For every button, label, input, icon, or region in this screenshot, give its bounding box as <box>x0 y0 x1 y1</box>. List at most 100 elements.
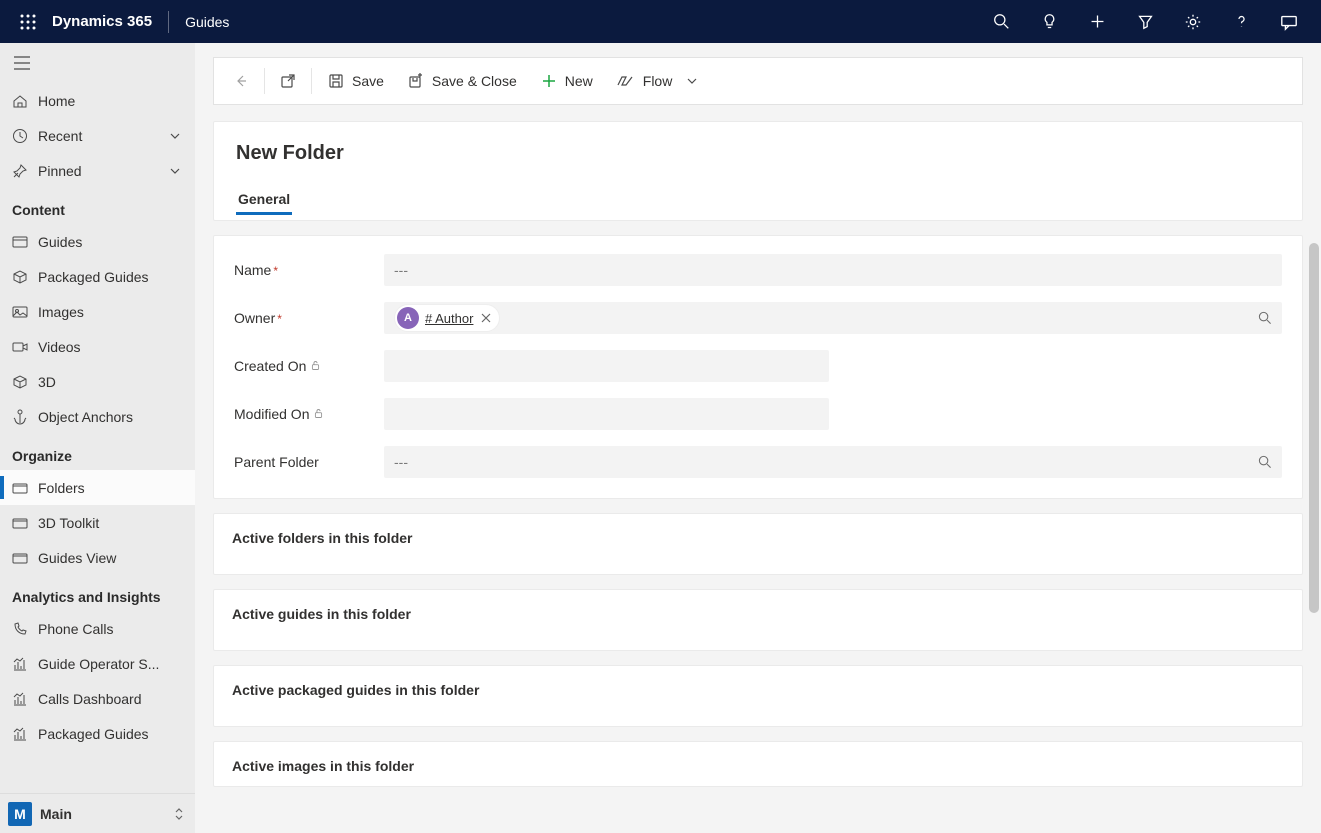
sidebar-item-guides[interactable]: Guides <box>0 224 195 259</box>
brand-label[interactable]: Dynamics 365 <box>48 13 164 30</box>
sidebar-item-guides-view[interactable]: Guides View <box>0 540 195 575</box>
save-close-button[interactable]: Save & Close <box>398 63 527 99</box>
arrow-left-icon <box>233 73 249 89</box>
filter-button[interactable] <box>1121 0 1169 43</box>
sidebar-item-label: Recent <box>38 128 169 144</box>
form-title: New Folder <box>236 142 1280 165</box>
sidebar-item-label: Images <box>38 304 195 320</box>
sidebar-item-label: Guides View <box>38 550 195 566</box>
save-icon <box>328 73 344 89</box>
owner-field[interactable]: A # Author <box>384 302 1282 334</box>
flow-button[interactable]: Flow <box>607 63 709 99</box>
sub-section-title: Active images in this folder <box>232 758 1284 774</box>
new-button[interactable]: New <box>531 63 603 99</box>
chart-icon <box>12 656 38 672</box>
app-name-label[interactable]: Guides <box>173 14 241 30</box>
sidebar-item-phone-calls[interactable]: Phone Calls <box>0 611 195 646</box>
owner-chip[interactable]: A # Author <box>394 304 500 332</box>
lightbulb-button[interactable] <box>1025 0 1073 43</box>
sidebar-item-packaged-guides[interactable]: Packaged Guides <box>0 259 195 294</box>
sub-section-active-images: Active images in this folder <box>213 741 1303 787</box>
sidebar-item-3d-toolkit[interactable]: 3D Toolkit <box>0 505 195 540</box>
search-icon <box>993 13 1010 30</box>
plus-icon <box>1089 13 1106 30</box>
sidebar-item-label: Phone Calls <box>38 621 195 637</box>
parent-folder-field[interactable]: --- <box>384 446 1282 478</box>
created-on-field <box>384 350 829 382</box>
close-icon <box>481 313 491 323</box>
chat-button[interactable] <box>1265 0 1313 43</box>
sidebar-item-label: Packaged Guides <box>38 269 195 285</box>
app-launcher-button[interactable] <box>8 0 48 43</box>
save-close-icon <box>408 73 424 89</box>
sidebar-item-label: Videos <box>38 339 195 355</box>
tab-general[interactable]: General <box>236 183 292 215</box>
back-button[interactable] <box>224 63 258 99</box>
lock-icon <box>310 358 321 374</box>
lookup-search-button[interactable] <box>1258 455 1272 469</box>
sidebar-item-recent[interactable]: Recent <box>0 118 195 153</box>
home-icon <box>12 93 38 109</box>
sidebar-item-object-anchors[interactable]: Object Anchors <box>0 399 195 434</box>
name-field[interactable]: --- <box>384 254 1282 286</box>
popout-button[interactable] <box>271 63 305 99</box>
sidebar-item-videos[interactable]: Videos <box>0 329 195 364</box>
sidebar-item-images[interactable]: Images <box>0 294 195 329</box>
sidebar-item-calls-dashboard[interactable]: Calls Dashboard <box>0 681 195 716</box>
sidebar-item-3d[interactable]: 3D <box>0 364 195 399</box>
area-label: Main <box>40 806 173 822</box>
sub-section-active-guides: Active guides in this folder <box>213 589 1303 651</box>
sidebar-item-guide-operator[interactable]: Guide Operator S... <box>0 646 195 681</box>
sub-section-title: Active guides in this folder <box>232 606 1284 622</box>
search-icon <box>1258 455 1272 469</box>
chevron-down-icon <box>169 165 195 177</box>
flow-icon <box>617 73 635 89</box>
modified-on-field <box>384 398 829 430</box>
sidebar-item-label: Home <box>38 93 195 109</box>
owner-remove-button[interactable] <box>481 313 491 323</box>
add-button[interactable] <box>1073 0 1121 43</box>
form-body-card: Name* --- Owner* A # Author Crea <box>213 235 1303 499</box>
chevron-down-icon <box>686 75 698 87</box>
lock-icon <box>313 406 324 422</box>
sidebar-item-label: 3D <box>38 374 195 390</box>
sidebar: Home Recent Pinned Content Guides Packag… <box>0 43 195 833</box>
sidebar-item-home[interactable]: Home <box>0 83 195 118</box>
sidebar-item-label: Guides <box>38 234 195 250</box>
sidebar-footer[interactable]: M Main <box>0 793 195 833</box>
sidebar-item-label: Guide Operator S... <box>38 656 195 672</box>
sidebar-item-pinned[interactable]: Pinned <box>0 153 195 188</box>
folder-icon <box>12 550 38 566</box>
settings-button[interactable] <box>1169 0 1217 43</box>
lookup-search-button[interactable] <box>1258 311 1272 325</box>
help-button[interactable] <box>1217 0 1265 43</box>
sidebar-item-folders[interactable]: Folders <box>0 470 195 505</box>
command-separator <box>311 68 312 94</box>
owner-name-link[interactable]: # Author <box>425 311 473 326</box>
field-label-owner: Owner* <box>234 310 384 326</box>
top-navbar: Dynamics 365 Guides <box>0 0 1321 43</box>
lightbulb-icon <box>1041 13 1058 30</box>
new-label: New <box>565 73 593 89</box>
cube-icon <box>12 374 38 390</box>
sub-section-title: Active folders in this folder <box>232 530 1284 546</box>
content-area: Save Save & Close New Flow New Folder Ge… <box>195 43 1321 833</box>
sidebar-item-label: Folders <box>38 480 195 496</box>
clock-icon <box>12 128 38 144</box>
card-icon <box>12 234 38 250</box>
save-close-label: Save & Close <box>432 73 517 89</box>
save-label: Save <box>352 73 384 89</box>
filter-icon <box>1137 13 1154 30</box>
hamburger-icon <box>14 56 30 70</box>
chart-icon <box>12 726 38 742</box>
sidebar-item-label: Calls Dashboard <box>38 691 195 707</box>
save-button[interactable]: Save <box>318 63 394 99</box>
anchor-icon <box>12 409 38 425</box>
sidebar-item-packaged-guides2[interactable]: Packaged Guides <box>0 716 195 751</box>
plus-icon <box>541 73 557 89</box>
search-button[interactable] <box>977 0 1025 43</box>
phone-icon <box>12 621 38 637</box>
folder-icon <box>12 480 38 496</box>
sidebar-toggle-button[interactable] <box>12 53 32 73</box>
sidebar-item-label: 3D Toolkit <box>38 515 195 531</box>
